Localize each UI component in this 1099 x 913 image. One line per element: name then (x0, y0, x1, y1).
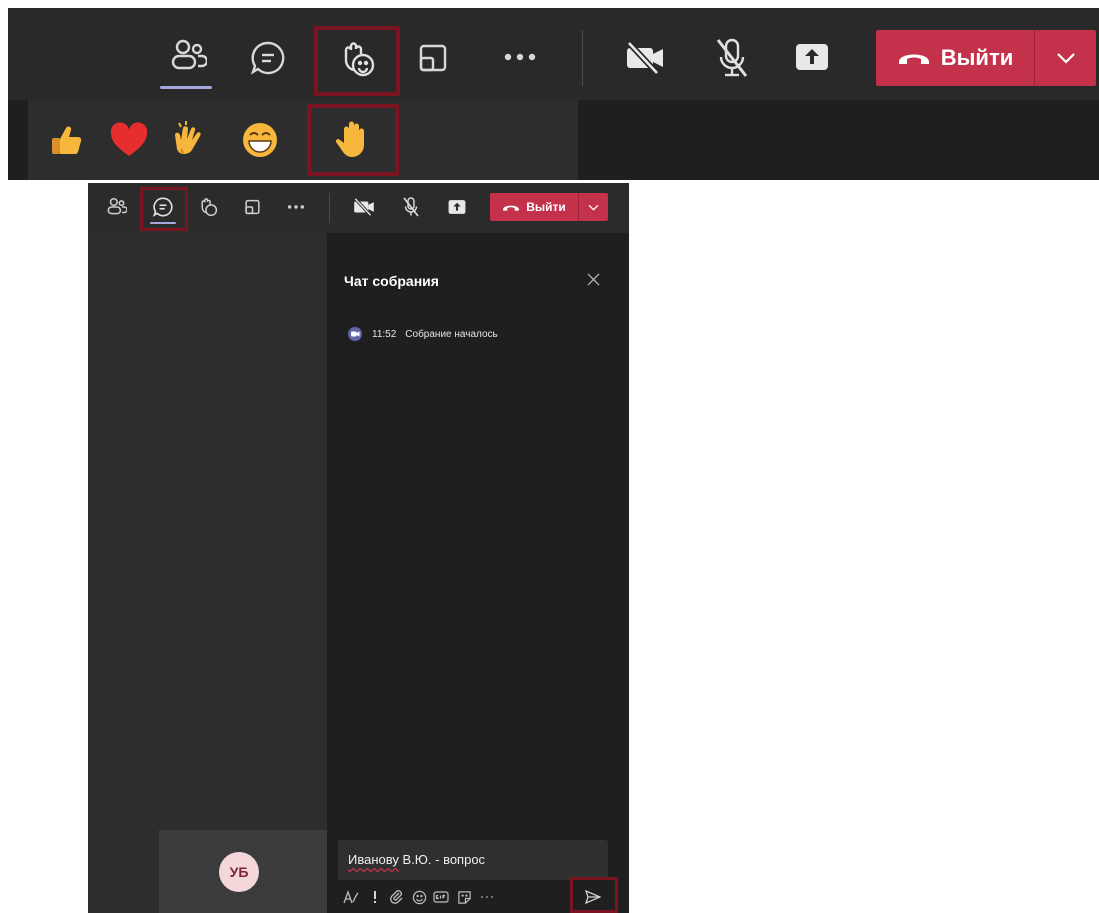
format-icon[interactable] (341, 885, 361, 909)
leave-label: Выйти (940, 45, 1014, 70)
self-video-tile: УБ (159, 830, 327, 913)
active-tab-underline (150, 222, 176, 224)
chevron-down-icon (588, 204, 599, 211)
laugh-icon[interactable] (238, 118, 282, 162)
more-options-icon[interactable] (477, 885, 497, 909)
more-icon[interactable] (283, 194, 309, 220)
event-text: Собрание началось (405, 328, 498, 340)
active-tab-underline (160, 86, 212, 89)
chat-title: Чат собрания (344, 273, 439, 289)
compose-toolbar (341, 885, 607, 909)
leave-button[interactable]: Выйти (876, 30, 1096, 86)
heart-icon[interactable] (107, 118, 151, 162)
leave-main[interactable]: Выйти (490, 193, 578, 221)
mic-off-icon[interactable] (398, 194, 424, 220)
leave-options-button[interactable] (579, 193, 608, 221)
raise-hand-icon[interactable] (332, 118, 376, 162)
compose-name: Иванову (348, 852, 399, 867)
toolbar-separator (329, 193, 330, 223)
emoji-icon[interactable] (409, 885, 429, 909)
share-screen-icon[interactable] (444, 194, 470, 220)
mic-off-icon[interactable] (710, 34, 754, 82)
compose-box[interactable]: Иванову В.Ю. - вопрос (338, 840, 608, 880)
send-button[interactable] (583, 885, 603, 909)
send-icon (585, 890, 601, 904)
participants-icon[interactable] (164, 34, 210, 78)
gif-icon[interactable] (431, 885, 451, 909)
reactions-panel (28, 100, 578, 180)
close-icon (587, 273, 599, 285)
reactions-icon[interactable] (195, 194, 221, 220)
camera-off-icon[interactable] (351, 194, 377, 220)
event-time: 11:52 (372, 328, 397, 340)
meeting-toolbar-zoomed: Выйти (8, 8, 1099, 100)
toolbar-separator (582, 30, 583, 86)
clap-icon[interactable] (168, 118, 212, 162)
meeting-chat-panel: Чат собрания 11:52 Собрание началось Ива… (327, 233, 629, 913)
meeting-stage: УБ (88, 233, 327, 913)
leave-label: Выйти (526, 200, 566, 214)
leave-options-button[interactable] (1035, 30, 1096, 86)
important-icon[interactable] (365, 885, 385, 909)
chat-icon[interactable] (150, 194, 176, 220)
chevron-down-icon (1056, 53, 1075, 64)
more-icon[interactable] (498, 42, 542, 72)
teams-meeting-window: Выйти УБ Чат собрания 11:52 Собрание нач… (88, 183, 629, 913)
share-tray-icon[interactable] (240, 194, 266, 220)
participants-icon[interactable] (103, 194, 129, 220)
camera-off-icon[interactable] (620, 36, 670, 80)
reactions-icon[interactable] (334, 36, 380, 82)
meeting-toolbar: Выйти (88, 183, 629, 233)
share-tray-icon[interactable] (414, 38, 454, 78)
share-screen-icon[interactable] (790, 38, 834, 76)
phone-hangup-icon (503, 205, 520, 211)
compose-text[interactable]: Иванову В.Ю. - вопрос (348, 852, 485, 867)
sticker-icon[interactable] (454, 885, 474, 909)
attach-icon[interactable] (387, 885, 407, 909)
thumbs-up-icon[interactable] (44, 118, 88, 162)
close-chat-button[interactable] (583, 269, 603, 289)
reactions-bar (8, 100, 1099, 180)
phone-hangup-icon (898, 54, 929, 64)
meeting-started-icon (348, 327, 362, 341)
leave-button[interactable]: Выйти (490, 193, 608, 221)
chat-icon[interactable] (246, 36, 290, 80)
chat-event-meeting-started: 11:52 Собрание началось (347, 326, 498, 342)
avatar: УБ (219, 852, 259, 892)
leave-main[interactable]: Выйти (876, 30, 1034, 86)
compose-rest: В.Ю. - вопрос (398, 852, 486, 867)
